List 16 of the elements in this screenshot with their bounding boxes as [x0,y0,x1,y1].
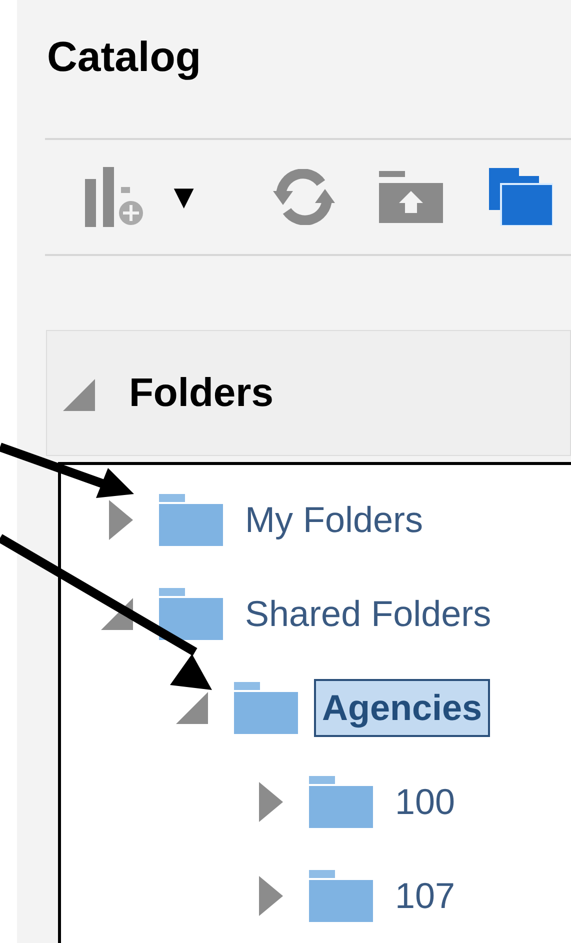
folder-icon [309,870,373,922]
folder-upload-icon[interactable] [378,171,443,224]
folder-icon [159,494,223,546]
refresh-icon[interactable] [272,169,335,226]
panel-title: Folders [129,370,274,418]
folders-icon[interactable] [488,168,553,226]
folder-icon [234,682,298,734]
folder-icon [309,776,373,828]
tree-item[interactable]: 107 [395,869,456,923]
folder-icon [159,588,223,640]
tree-item[interactable]: Agencies [314,679,490,737]
tree-item[interactable]: My Folders [245,493,424,547]
tree-item[interactable]: 100 [395,775,456,829]
tree-item[interactable]: Shared Folders [245,587,492,641]
page-title: Catalog [47,32,202,82]
dropdown-caret[interactable]: ▼ [167,180,201,214]
